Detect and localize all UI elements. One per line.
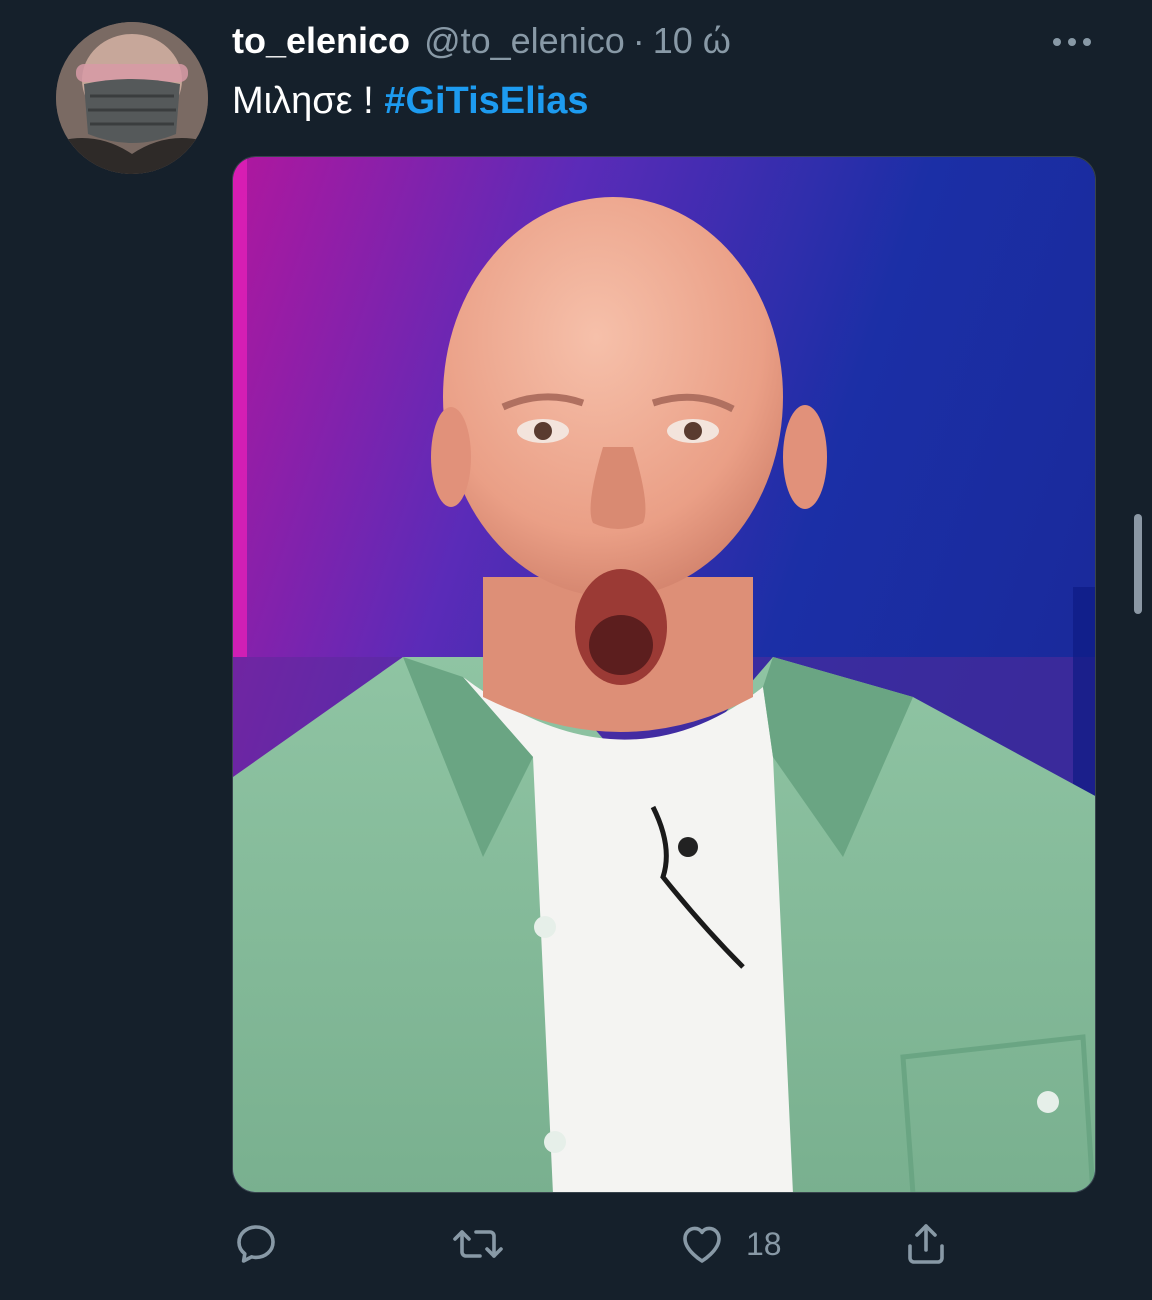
separator-dot: · [632,20,645,61]
timestamp[interactable]: 10 ώ [653,20,731,62]
tweet-media[interactable] [232,156,1096,1193]
tweet-page: to_elenico @to_elenico · 10 ώ Μιλησε ! #… [0,0,1152,1300]
tweet-body: Μιλησε ! [232,80,374,122]
share-button[interactable] [902,1212,950,1276]
tweet-photo [233,157,1095,1192]
more-options-button[interactable] [1046,22,1098,62]
tweet-header: to_elenico @to_elenico · 10 ώ [232,20,731,66]
avatar-image [56,22,208,174]
tweet-text: Μιλησε ! #GiTisElias [232,80,589,123]
like-button[interactable]: 18 [678,1212,782,1276]
more-options-icon [1053,38,1091,46]
like-icon [683,1226,721,1263]
scrollbar-thumb[interactable] [1134,514,1142,614]
user-handle[interactable]: @to_elenico [424,20,625,62]
reply-icon [237,1225,275,1263]
retweet-icon [453,1230,503,1258]
like-count: 18 [746,1225,782,1262]
share-icon [908,1224,944,1264]
avatar[interactable] [56,22,208,174]
hashtag-link[interactable]: #GiTisElias [384,80,588,122]
tweet-actions: 18 [232,1212,1096,1276]
display-name[interactable]: to_elenico [232,20,410,62]
reply-button[interactable] [232,1212,280,1276]
retweet-button[interactable] [452,1212,504,1276]
